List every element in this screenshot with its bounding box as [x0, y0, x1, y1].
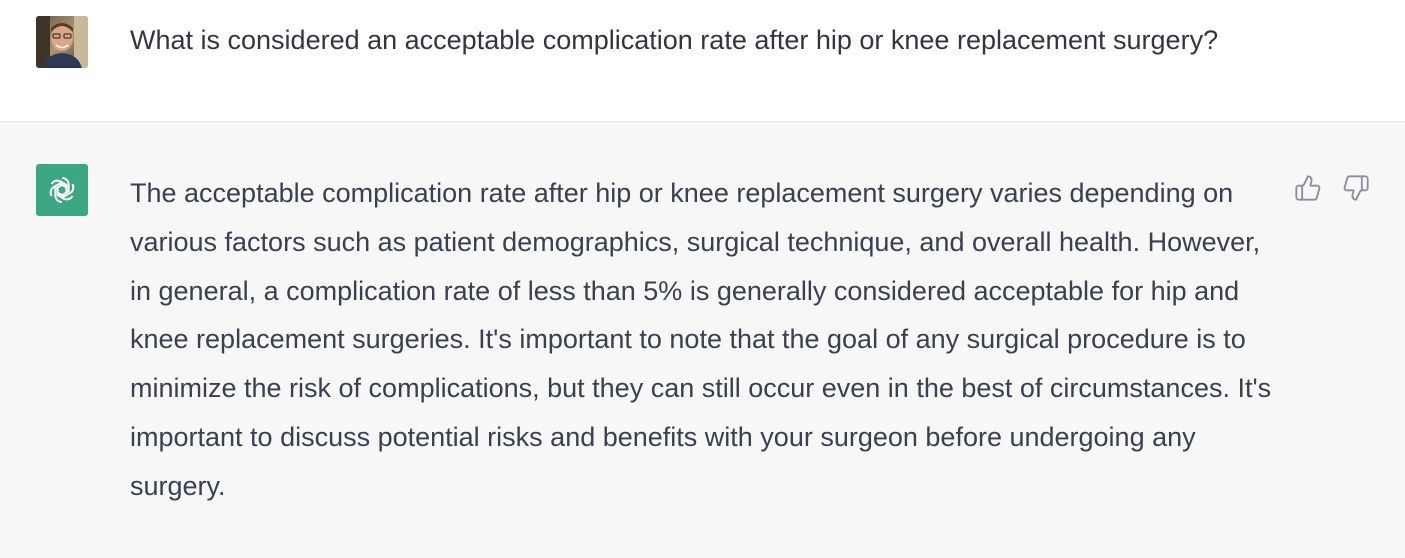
thumbs-down-button[interactable] — [1338, 170, 1374, 206]
assistant-message-row: The acceptable complication rate after h… — [0, 122, 1405, 558]
user-message-row: What is considered an acceptable complic… — [0, 0, 1405, 122]
assistant-message-text: The acceptable complication rate after h… — [130, 178, 1272, 501]
user-message-text: What is considered an acceptable complic… — [130, 25, 1219, 55]
thumbs-down-icon — [1343, 175, 1369, 201]
openai-logo-icon — [49, 176, 75, 204]
thumbs-up-button[interactable] — [1290, 170, 1326, 206]
assistant-avatar — [36, 164, 88, 216]
user-avatar-photo — [36, 16, 88, 68]
conversation-thread: What is considered an acceptable complic… — [0, 0, 1405, 558]
thumbs-up-icon — [1295, 175, 1321, 201]
user-avatar — [36, 16, 88, 68]
